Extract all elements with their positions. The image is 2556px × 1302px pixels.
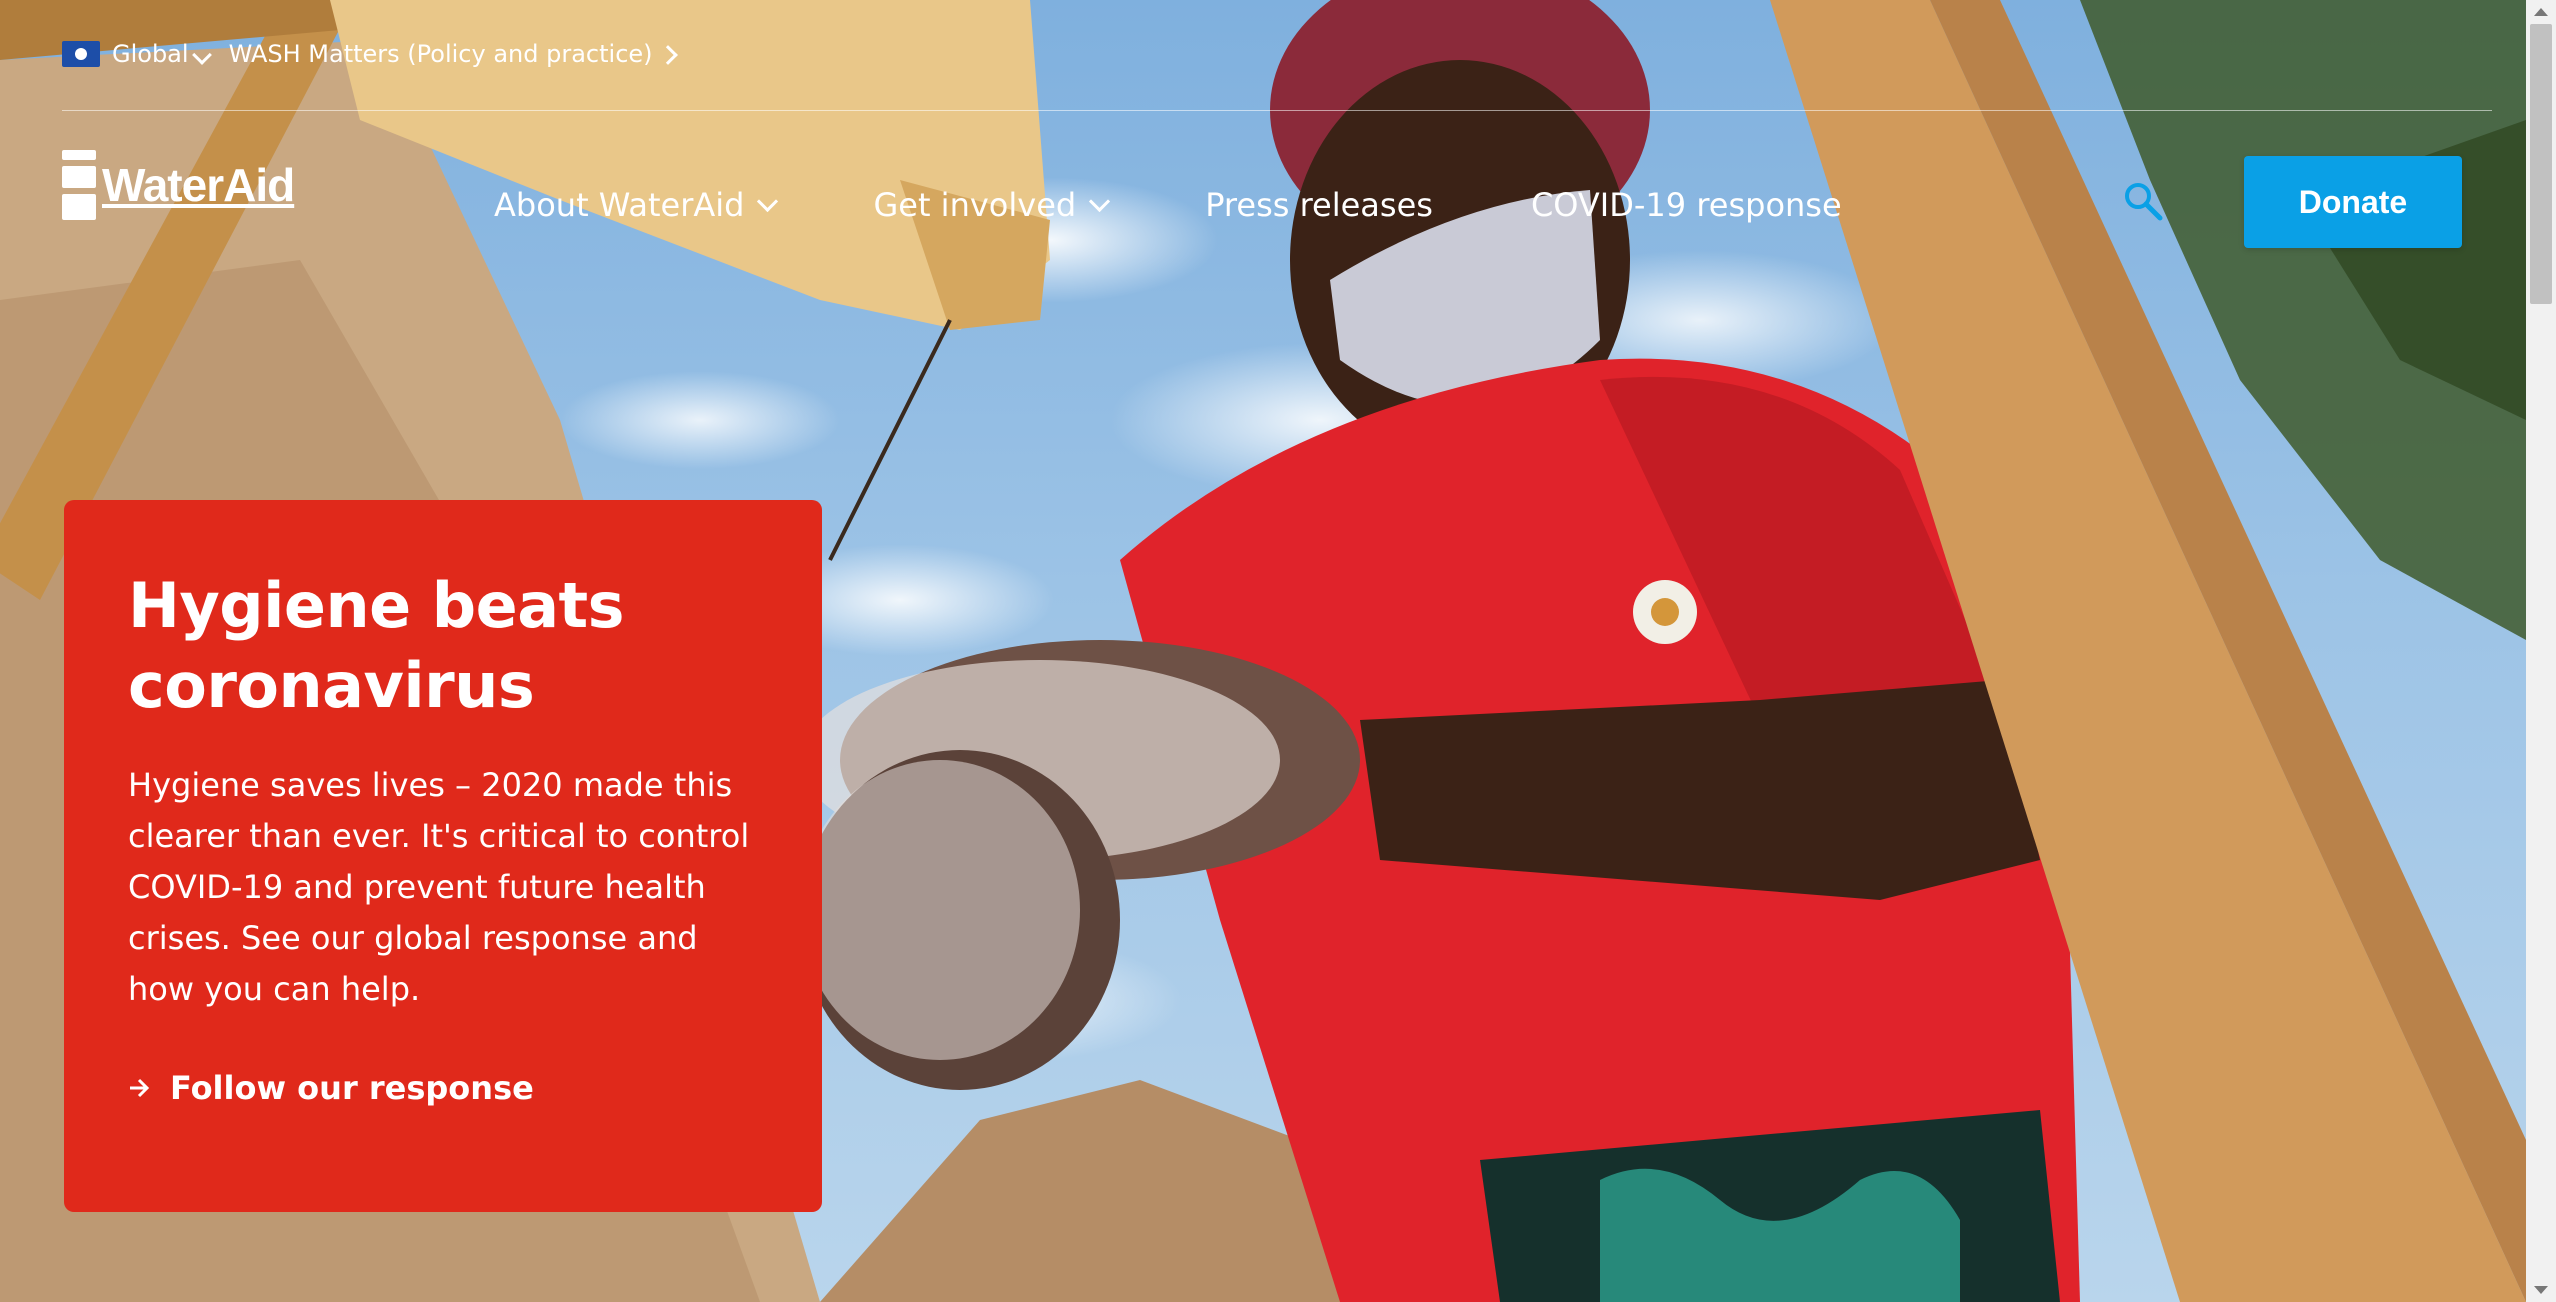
wash-matters-label: WASH Matters (Policy and practice) bbox=[228, 40, 653, 68]
nav-label: COVID-19 response bbox=[1530, 186, 1842, 224]
donate-button[interactable]: Donate bbox=[2244, 156, 2462, 248]
wash-matters-link[interactable]: WASH Matters (Policy and practice) bbox=[228, 40, 678, 68]
wateraid-logo-mark-icon bbox=[62, 150, 96, 220]
nav-about-wateraid[interactable]: About WaterAid bbox=[494, 186, 783, 224]
nav-get-involved[interactable]: Get involved bbox=[873, 186, 1115, 224]
nav-covid-response[interactable]: COVID-19 response bbox=[1531, 186, 1842, 224]
scroll-thumb[interactable] bbox=[2530, 24, 2552, 304]
hero-card: Hygiene beats coronavirus Hygiene saves … bbox=[64, 500, 822, 1212]
main-nav: About WaterAid Get involved Press releas… bbox=[494, 186, 1842, 224]
scroll-up-arrow-icon[interactable] bbox=[2534, 8, 2548, 16]
nav-label: About WaterAid bbox=[494, 186, 745, 224]
follow-response-link[interactable]: Follow our response bbox=[128, 1069, 758, 1107]
page-scrollbar[interactable] bbox=[2526, 0, 2556, 1302]
hero-body: Hygiene saves lives – 2020 made this cle… bbox=[128, 766, 750, 1008]
utility-bar: Global WASH Matters (Policy and practice… bbox=[62, 36, 678, 72]
header-divider bbox=[62, 110, 2492, 111]
cta-label: Follow our response bbox=[170, 1069, 534, 1107]
wateraid-logo[interactable]: WaterAid bbox=[62, 150, 295, 220]
nav-press-releases[interactable]: Press releases bbox=[1205, 186, 1433, 224]
chevron-down-icon bbox=[757, 190, 779, 212]
nav-label: Get involved bbox=[873, 186, 1077, 224]
globe-flag-icon bbox=[62, 41, 100, 67]
region-label: Global bbox=[112, 40, 189, 68]
chevron-right-icon bbox=[657, 45, 678, 65]
search-icon bbox=[2125, 183, 2163, 221]
logo-text: WaterAid bbox=[102, 159, 295, 211]
region-selector[interactable]: Global bbox=[112, 40, 217, 68]
arrow-right-icon bbox=[130, 1078, 150, 1098]
chevron-down-icon bbox=[1089, 190, 1111, 212]
hero-title: Hygiene beats coronavirus bbox=[128, 569, 625, 722]
chevron-down-icon bbox=[191, 45, 212, 65]
search-button[interactable] bbox=[2122, 180, 2164, 222]
scroll-down-arrow-icon[interactable] bbox=[2534, 1286, 2548, 1294]
nav-label: Press releases bbox=[1205, 186, 1433, 224]
